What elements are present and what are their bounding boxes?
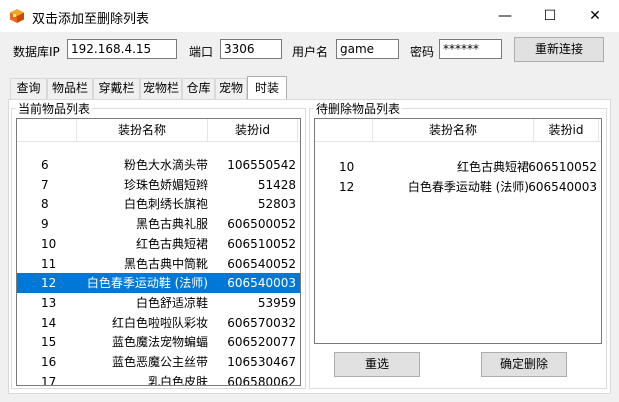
row-index: 7 (41, 177, 49, 192)
tab-pet-bar[interactable]: 宠物栏 (140, 78, 182, 99)
maximize-button[interactable]: ☐ (527, 0, 573, 32)
list-row[interactable]: 13 白色舒适凉鞋 53959 (17, 293, 300, 313)
header-index[interactable] (17, 119, 77, 141)
row-index: 15 (41, 335, 57, 350)
window-title: 双击添加至删除列表 (32, 12, 150, 27)
list-row[interactable]: 17 乳白色皮肤 606580062 (17, 372, 300, 386)
row-id: 606540052 (227, 256, 296, 271)
row-index: 10 (339, 160, 355, 174)
list-row[interactable]: 14 红白色啦啦队彩妆 606570032 (17, 313, 300, 333)
row-id: 606510052 (227, 236, 296, 251)
row-id: 606580062 (227, 374, 296, 386)
list-row[interactable]: 8 白色刺绣长旗袍 52803 (17, 194, 300, 214)
row-index: 14 (41, 315, 57, 330)
current-list-group: 当前物品列表 装扮名称 装扮id 6 粉色大水滴头带 106550542 7 珍珠色娇媚… (11, 100, 306, 389)
row-name: 白色舒适凉鞋 (135, 295, 208, 310)
row-name: 白色春季运动鞋 (法师) (86, 276, 208, 291)
list-row[interactable]: 10 红色古典短裙 606510052 (17, 234, 300, 254)
password-field[interactable]: ****** (439, 39, 502, 59)
row-name: 粉色大水滴头带 (123, 158, 208, 172)
list-header: 装扮名称 装扮id (315, 119, 601, 142)
row-index: 16 (41, 355, 57, 369)
ip-label: 数据库IP (13, 45, 60, 59)
row-id: 53959 (257, 295, 296, 310)
list-row[interactable]: 9 黑色古典礼服 606500052 (17, 214, 300, 234)
row-id: 606500052 (227, 217, 296, 232)
row-name: 红色古典短裙 (135, 236, 208, 251)
row-name: 乳白色皮肤 (147, 374, 208, 386)
close-button[interactable]: ✕ (572, 0, 618, 32)
row-index: 17 (41, 374, 57, 386)
delete-list-title: 待删除物品列表 (314, 100, 403, 117)
list-row[interactable]: 6 粉色大水滴头带 106550542 (17, 155, 300, 175)
row-id: 52803 (257, 197, 296, 212)
delete-list-group: 待删除物品列表 装扮名称 装扮id 10 红色古典短裙 606510052 12 白色春… (309, 100, 607, 389)
tab-fashion[interactable]: 时装 (247, 76, 287, 100)
header-name[interactable]: 装扮名称 (77, 119, 208, 141)
row-name: 白色刺绣长旗袍 (123, 197, 208, 212)
app-icon (10, 9, 24, 23)
row-index: 9 (41, 217, 49, 232)
list-row[interactable]: 11 黑色古典中筒靴 606540052 (17, 254, 300, 274)
row-name: 黑色古典礼服 (135, 217, 208, 232)
row-name: 珍珠色娇媚短辫 (123, 177, 208, 192)
minimize-button[interactable]: — (482, 0, 528, 32)
minimize-icon: — (498, 8, 512, 24)
tab-inventory[interactable]: 物品栏 (47, 78, 93, 99)
row-name: 红白色啦啦队彩妆 (111, 315, 208, 330)
row-name: 红色古典短裙 (456, 160, 529, 174)
row-index: 8 (41, 197, 49, 212)
header-id[interactable]: 装扮id (208, 119, 298, 141)
title-bar: 双击添加至删除列表 — ☐ ✕ (0, 0, 619, 32)
ip-field[interactable]: 192.168.4.15 (67, 39, 177, 59)
user-label: 用户名 (292, 45, 329, 59)
row-index: 11 (41, 256, 57, 271)
tab-panel: 当前物品列表 装扮名称 装扮id 6 粉色大水滴头带 106550542 7 珍珠色娇媚… (8, 99, 611, 394)
row-index: 6 (41, 158, 49, 172)
row-id: 606540003 (227, 276, 296, 291)
row-name: 蓝色恶魔公主丝带 (111, 355, 208, 369)
row-index: 13 (41, 295, 57, 310)
row-id: 606520077 (227, 335, 296, 350)
header-index[interactable] (315, 119, 373, 141)
confirm-delete-button[interactable]: 确定删除 (481, 352, 567, 377)
current-list[interactable]: 装扮名称 装扮id 6 粉色大水滴头带 106550542 7 珍珠色娇媚短辫 51428… (16, 118, 301, 386)
close-icon: ✕ (589, 8, 601, 24)
row-id: 606510052 (528, 160, 597, 174)
list-row[interactable]: 15 蓝色魔法宠物蝙蝠 606520077 (17, 332, 300, 352)
row-id: 106550542 (227, 158, 296, 172)
port-field[interactable]: 3306 (220, 39, 282, 59)
reselect-button[interactable]: 重选 (334, 352, 420, 377)
row-name: 白色春季运动鞋 (法师) (407, 180, 529, 194)
list-row[interactable]: 12 白色春季运动鞋 (法师) 606540003 (17, 273, 300, 294)
list-row[interactable]: 16 蓝色恶魔公主丝带 106530467 (17, 352, 300, 372)
tab-query[interactable]: 查询 (10, 78, 47, 99)
list-row[interactable]: 10 红色古典短裙 606510052 (315, 157, 601, 177)
row-index: 12 (339, 180, 355, 194)
row-id: 106530467 (227, 355, 296, 369)
row-id: 606570032 (227, 315, 296, 330)
current-list-title: 当前物品列表 (16, 100, 93, 117)
user-field[interactable]: game (336, 39, 399, 59)
row-name: 蓝色魔法宠物蝙蝠 (111, 335, 208, 350)
list-row[interactable]: 12 白色春季运动鞋 (法师) 606540003 (315, 177, 601, 197)
row-id: 606540003 (528, 180, 597, 194)
port-label: 端口 (189, 45, 214, 59)
row-name: 黑色古典中筒靴 (123, 256, 208, 271)
list-row[interactable]: 7 珍珠色娇媚短辫 51428 (17, 175, 300, 195)
row-index: 12 (41, 276, 57, 291)
password-label: 密码 (410, 45, 435, 59)
maximize-icon: ☐ (543, 8, 557, 24)
header-name[interactable]: 装扮名称 (373, 119, 534, 141)
row-id: 51428 (257, 177, 296, 192)
reconnect-button[interactable]: 重新连接 (514, 37, 604, 62)
tab-pet[interactable]: 宠物 (215, 78, 247, 99)
tab-warehouse[interactable]: 仓库 (182, 78, 215, 99)
list-header: 装扮名称 装扮id (17, 119, 300, 142)
header-id[interactable]: 装扮id (534, 119, 599, 141)
delete-list[interactable]: 装扮名称 装扮id 10 红色古典短裙 606510052 12 白色春季运动鞋 (法师… (314, 118, 602, 344)
tab-equipment[interactable]: 穿戴栏 (93, 78, 140, 99)
row-index: 10 (41, 236, 57, 251)
